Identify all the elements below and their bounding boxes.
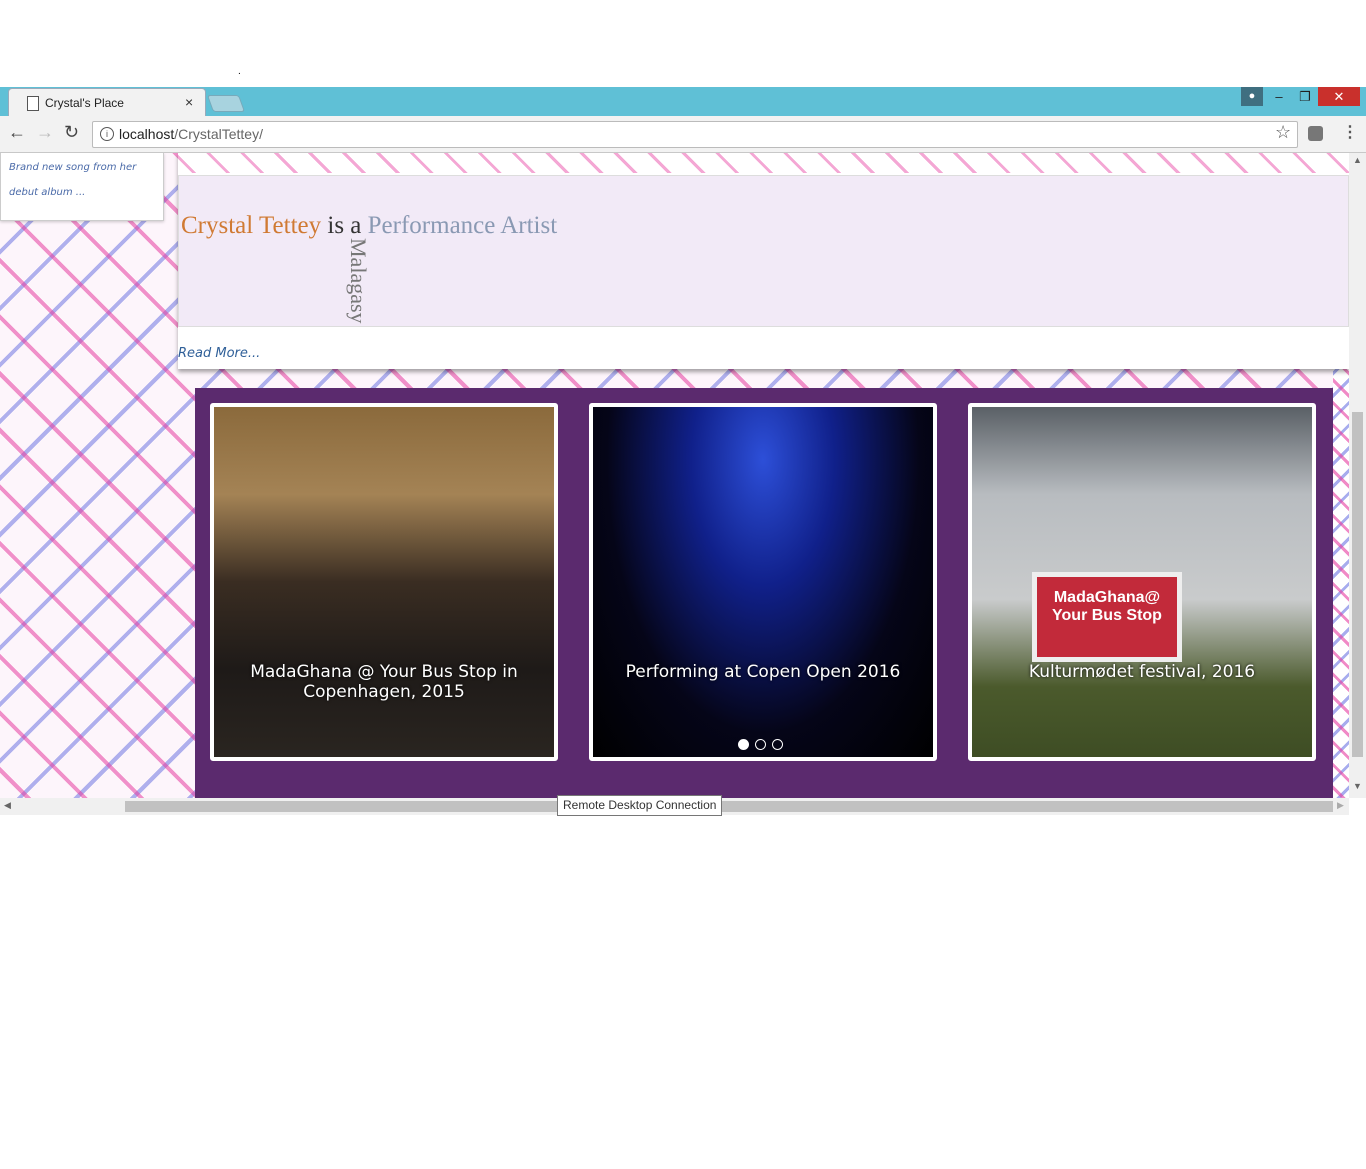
read-more-link[interactable]: Read More...: [178, 346, 260, 361]
carousel-dot[interactable]: [738, 739, 749, 750]
extension-icon[interactable]: [1308, 126, 1323, 141]
close-window-button[interactable]: ✕: [1318, 87, 1360, 106]
scroll-left-icon[interactable]: ◀: [4, 800, 11, 811]
gallery-slide[interactable]: MadaGhana @ Your Bus Stop in Copenhagen,…: [210, 403, 558, 761]
intro-connector: is a: [327, 212, 362, 239]
carousel-dot[interactable]: [755, 739, 766, 750]
horizontal-scroll-thumb[interactable]: [125, 801, 1333, 812]
artist-name: Crystal Tettey: [181, 212, 322, 239]
bookmark-star-icon[interactable]: ☆: [1275, 122, 1291, 143]
tab-close-icon[interactable]: ×: [185, 94, 193, 110]
artist-role: Performance Artist: [367, 212, 558, 239]
page-viewport: Brand new song from her debut album ... …: [0, 153, 1349, 798]
rotating-word: Malagasy: [346, 238, 371, 324]
bus-banner: MadaGhana@ Your Bus Stop: [1032, 572, 1182, 662]
gallery-slide[interactable]: MadaGhana@ Your Bus Stop Kulturmødet fes…: [968, 403, 1316, 761]
vertical-scrollbar[interactable]: ▲ ▼: [1349, 153, 1366, 798]
taskbar-tooltip: Remote Desktop Connection: [557, 795, 723, 816]
browser-menu-icon[interactable]: ⋮: [1342, 122, 1358, 142]
slide-caption: Kulturmødet festival, 2016: [1028, 662, 1256, 682]
forward-arrow-icon[interactable]: →: [36, 122, 54, 143]
page-icon: [27, 96, 39, 111]
intro-card: Crystal Tettey is a Performance Artist M…: [178, 153, 1349, 369]
info-icon[interactable]: i: [100, 127, 114, 141]
news-card[interactable]: Brand new song from her debut album ...: [0, 153, 164, 221]
scroll-down-icon[interactable]: ▼: [1353, 781, 1362, 791]
url-host: localhost: [119, 126, 175, 142]
top-marker: .: [238, 66, 241, 77]
reload-icon[interactable]: ↻: [64, 122, 79, 143]
user-profile-icon[interactable]: ●: [1241, 87, 1263, 106]
browser-tab[interactable]: Crystal's Place ×: [8, 88, 206, 117]
gallery-slide[interactable]: Performing at Copen Open 2016: [589, 403, 937, 761]
new-tab-button[interactable]: [206, 95, 246, 112]
carousel-dot[interactable]: [772, 739, 783, 750]
photo-gallery: MadaGhana @ Your Bus Stop in Copenhagen,…: [195, 388, 1333, 798]
slide-caption: Performing at Copen Open 2016: [625, 662, 901, 682]
carousel-dots: [738, 737, 789, 755]
address-bar[interactable]: i localhost/CrystalTettey/: [92, 121, 1298, 148]
back-arrow-icon[interactable]: ←: [8, 122, 26, 143]
url-path: /CrystalTettey/: [174, 126, 263, 142]
url-text[interactable]: localhost/CrystalTettey/: [119, 126, 263, 142]
intro-panel: Crystal Tettey is a Performance Artist M…: [178, 175, 1349, 327]
news-text[interactable]: Brand new song from her debut album ...: [9, 155, 149, 205]
slide-caption: MadaGhana @ Your Bus Stop in Copenhagen,…: [250, 662, 518, 702]
tab-title: Crystal's Place: [45, 96, 124, 110]
vertical-scroll-thumb[interactable]: [1352, 412, 1363, 757]
card-top-strip: [178, 153, 1349, 173]
intro-heading: Crystal Tettey is a Performance Artist: [181, 212, 557, 240]
scroll-up-icon[interactable]: ▲: [1353, 155, 1362, 165]
minimize-button[interactable]: –: [1266, 87, 1292, 106]
scroll-right-icon[interactable]: ▶: [1337, 800, 1344, 811]
restore-button[interactable]: ❐: [1292, 87, 1318, 106]
